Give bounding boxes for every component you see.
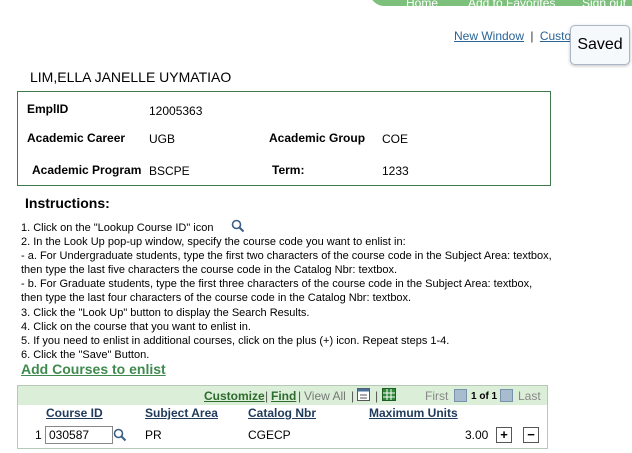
view-all-link[interactable]: View All <box>304 389 346 403</box>
catalog-nbr-value: CGECP <box>248 428 291 442</box>
lookup-course-id-icon[interactable] <box>113 428 127 442</box>
academic-program-value: BSCPE <box>149 164 190 178</box>
next-row-icon[interactable] <box>500 389 513 402</box>
customize-page-link[interactable]: Custo <box>540 29 571 43</box>
sign-out-link[interactable]: Sign out <box>582 0 626 10</box>
saved-notification: Saved <box>570 25 630 65</box>
grid-toolbar: Customize | Find | View All | | First 1 … <box>18 386 547 405</box>
subject-area-value: PR <box>145 428 162 442</box>
instruction-line: 5. If you need to enlist in additional c… <box>21 334 450 347</box>
saved-label: Saved <box>577 36 623 53</box>
add-row-button[interactable]: + <box>496 427 512 443</box>
find-link[interactable]: Find <box>271 389 296 403</box>
academic-career-label: Academic Career <box>27 131 126 145</box>
instruction-line: then type the last five characters the c… <box>21 264 398 277</box>
instruction-line: 3. Click the "Look Up" button to display… <box>21 306 310 319</box>
previous-row-icon[interactable] <box>454 389 467 402</box>
last-label: Last <box>518 389 541 403</box>
course-grid: Customize | Find | View All | | First 1 … <box>17 385 548 449</box>
instruction-line: 4. Click on the course that you want to … <box>21 320 251 333</box>
emplid-label: EmplID <box>27 102 69 116</box>
first-label: First <box>425 389 449 403</box>
instruction-line: 1. Click on the "Lookup Course ID" icon <box>21 219 621 235</box>
row-number: 1 <box>35 428 42 442</box>
toolbar-divider: | <box>298 389 302 403</box>
instruction-line: then type the last four characters of th… <box>21 292 412 305</box>
add-courses-title: Add Courses to enlist <box>21 361 166 377</box>
link-divider: | <box>530 29 534 43</box>
column-header-course-id[interactable]: Course ID <box>46 406 103 420</box>
top-nav-bar: Home Add to Favorites Sign out <box>370 0 632 10</box>
instruction-line: - b. For Graduate students, type the fir… <box>21 278 533 291</box>
student-name: LIM,ELLA JANELLE UYMATIAO <box>30 69 232 85</box>
view-in-window-icon[interactable] <box>357 388 370 401</box>
instruction-line: - a. For Undergraduate students, type th… <box>21 250 552 263</box>
student-info-box: EmplID 12005363 Academic Career UGB Acad… <box>17 91 551 186</box>
column-header-catalog-nbr[interactable]: Catalog Nbr <box>248 406 316 420</box>
toolbar-divider: | <box>265 389 269 403</box>
instructions-list: 1. Click on the "Lookup Course ID" icon … <box>21 219 621 362</box>
customize-grid-link[interactable]: Customize <box>204 389 265 403</box>
home-link[interactable]: Home <box>406 0 438 10</box>
row-range: 1 of 1 <box>471 391 498 402</box>
instructions-title: Instructions: <box>25 195 110 211</box>
academic-program-label: Academic Program <box>32 163 142 177</box>
academic-group-value: COE <box>382 132 409 146</box>
term-value: 1233 <box>382 164 409 178</box>
toolbar-divider: | <box>375 389 379 403</box>
column-header-subject-area[interactable]: Subject Area <box>145 406 218 420</box>
instruction-line: 2. In the Look Up pop-up window, specify… <box>21 236 406 249</box>
maximum-units-value: 3.00 <box>465 428 489 442</box>
academic-career-value: UGB <box>149 132 176 146</box>
academic-group-label: Academic Group <box>269 131 366 145</box>
emplid-value: 12005363 <box>149 104 203 118</box>
search-icon <box>231 219 244 233</box>
add-favorites-link[interactable]: Add to Favorites <box>468 0 555 10</box>
column-header-maximum-units[interactable]: Maximum Units <box>369 406 458 420</box>
new-window-link[interactable]: New Window <box>454 29 524 43</box>
page-links: New Window | Custo <box>454 29 571 43</box>
course-id-input[interactable] <box>45 426 113 444</box>
delete-row-button[interactable]: − <box>523 427 539 443</box>
download-spreadsheet-icon[interactable] <box>382 388 396 401</box>
term-label: Term: <box>272 163 305 177</box>
instruction-line: 6. Click the "Save" Button. <box>21 348 150 361</box>
toolbar-divider: | <box>351 389 355 403</box>
